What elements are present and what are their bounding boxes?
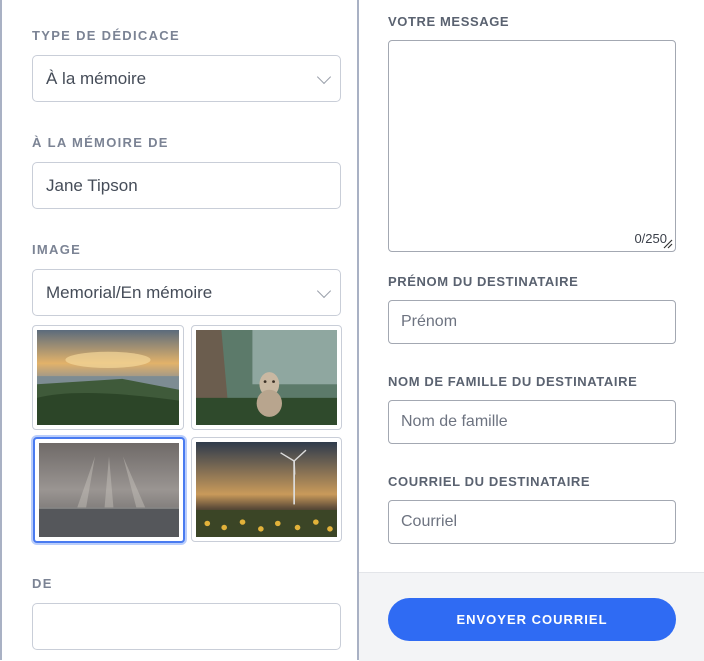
send-email-button[interactable]: ENVOYER COURRIEL <box>388 598 676 641</box>
sea-sunrays-image <box>39 443 179 537</box>
image-label: IMAGE <box>32 242 82 257</box>
form-footer: ENVOYER COURRIEL <box>359 572 704 661</box>
chevron-down-icon <box>316 283 332 298</box>
image-category-select[interactable]: Memorial/En mémoire <box>32 269 341 316</box>
memory-of-label: À LA MÉMOIRE DE <box>32 135 169 150</box>
memory-of-value: Jane Tipson <box>46 175 138 195</box>
beach-dunes-image <box>37 330 179 425</box>
message-label: VOTRE MESSAGE <box>388 14 510 29</box>
sunflowers-turbine-image <box>196 442 337 537</box>
chevron-down-icon <box>316 69 332 84</box>
dedication-type-select[interactable]: À la mémoire <box>32 55 341 102</box>
last-name-input[interactable]: Nom de famille <box>388 400 676 444</box>
from-label: DE <box>32 576 53 591</box>
last-name-placeholder: Nom de famille <box>401 413 508 430</box>
thumbnail-sea-sunrays[interactable] <box>33 437 185 543</box>
thumbnail-sunflowers-turbine[interactable] <box>191 437 342 542</box>
email-input[interactable]: Courriel <box>388 500 676 544</box>
memory-of-input[interactable]: Jane Tipson <box>32 162 341 209</box>
last-name-label: NOM DE FAMILLE DU DESTINATAIRE <box>388 374 638 389</box>
first-name-label: PRÉNOM DU DESTINATAIRE <box>388 274 579 289</box>
first-name-input[interactable]: Prénom <box>388 300 676 344</box>
first-name-placeholder: Prénom <box>401 313 458 330</box>
dedication-panel: TYPE DE DÉDICACE À la mémoire À LA MÉMOI… <box>0 0 358 660</box>
thumbnail-lynx-forest[interactable] <box>191 325 342 430</box>
dedication-type-label: TYPE DE DÉDICACE <box>32 28 180 43</box>
image-category-value: Memorial/En mémoire <box>46 282 213 302</box>
from-input[interactable] <box>32 603 341 650</box>
recipient-panel: VOTRE MESSAGE 0/250 PRÉNOM DU DESTINATAI… <box>359 0 704 660</box>
email-label: COURRIEL DU DESTINATAIRE <box>388 474 591 489</box>
dedication-type-value: À la mémoire <box>46 68 147 88</box>
resize-handle-icon[interactable] <box>661 237 673 249</box>
lynx-forest-image <box>196 330 337 425</box>
message-textarea[interactable]: 0/250 <box>388 40 676 252</box>
email-placeholder: Courriel <box>401 513 458 530</box>
thumbnail-beach-dunes[interactable] <box>32 325 184 430</box>
